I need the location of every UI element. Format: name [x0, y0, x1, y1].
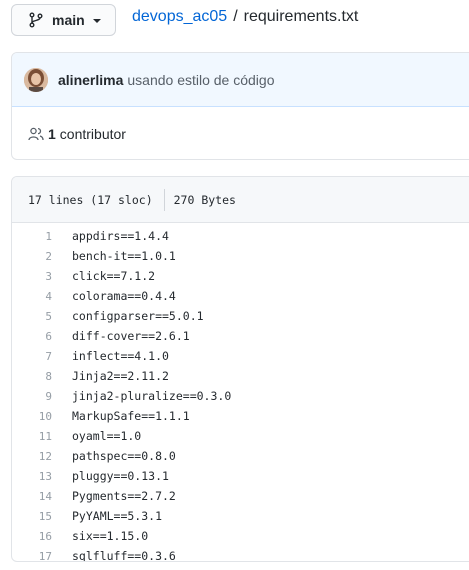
file-viewer: 17 lines (17 sloc) 270 Bytes 1 appdirs==1…: [11, 176, 469, 562]
line-number[interactable]: 6: [12, 330, 52, 343]
line-code: Pygments==2.7.2: [72, 489, 176, 503]
line-number[interactable]: 3: [12, 270, 52, 283]
line-number[interactable]: 11: [12, 430, 52, 443]
code-table: 1 appdirs==1.4.4 2 bench-it==1.0.1 3 click==7…: [12, 223, 469, 562]
line-code: click==7.1.2: [72, 269, 156, 283]
line-code: PyYAML==5.3.1: [72, 509, 163, 523]
line-number[interactable]: 5: [12, 310, 52, 323]
repo-link[interactable]: devops_ac05: [132, 8, 227, 26]
people-icon: [28, 126, 44, 142]
line-number[interactable]: 16: [12, 530, 52, 543]
line-number[interactable]: 17: [12, 550, 52, 562]
line-code: appdirs==1.4.4: [72, 229, 169, 243]
line-number[interactable]: 2: [12, 250, 52, 263]
code-line: 16 six==1.15.0: [12, 526, 469, 546]
code-line: 6 diff-cover==2.6.1: [12, 326, 469, 346]
file-size: 270 Bytes: [173, 192, 236, 207]
divider: [163, 188, 165, 211]
code-line: 12 pathspec==0.8.0: [12, 446, 469, 466]
line-number[interactable]: 7: [12, 350, 52, 363]
line-code: six==1.15.0: [72, 529, 149, 543]
commit-message[interactable]: usando estilo de código: [127, 72, 274, 88]
code-line: 15 PyYAML==5.3.1: [12, 506, 469, 526]
code-line: 9 jinja2-pluralize==0.3.0: [12, 386, 469, 406]
line-code: pluggy==0.13.1: [72, 469, 169, 483]
code-line: 2 bench-it==1.0.1: [12, 246, 469, 266]
line-code: Jinja2==2.11.2: [72, 369, 169, 383]
file-lines-info: 17 lines (17 sloc): [28, 192, 153, 207]
line-number[interactable]: 9: [12, 390, 52, 403]
line-code: sqlfluff==0.3.6: [72, 549, 176, 562]
line-number[interactable]: 14: [12, 490, 52, 503]
latest-commit: alinerlima usando estilo de código: [12, 53, 469, 107]
line-number[interactable]: 13: [12, 470, 52, 483]
line-code: oyaml==1.0: [72, 429, 142, 443]
line-code: jinja2-pluralize==0.3.0: [72, 389, 232, 403]
line-code: configparser==5.0.1: [72, 309, 204, 323]
code-line: 8 Jinja2==2.11.2: [12, 366, 469, 386]
line-number[interactable]: 4: [12, 290, 52, 303]
code-line: 11 oyaml==1.0: [12, 426, 469, 446]
breadcrumb-separator: /: [233, 8, 238, 25]
code-line: 14 Pygments==2.7.2: [12, 486, 469, 506]
line-code: diff-cover==2.6.1: [72, 329, 190, 343]
commit-box: alinerlima usando estilo de código 1 con…: [11, 52, 469, 160]
file-info-bar: 17 lines (17 sloc) 270 Bytes: [12, 177, 469, 223]
line-code: bench-it==1.0.1: [72, 249, 176, 263]
line-code: pathspec==0.8.0: [72, 449, 176, 463]
line-number[interactable]: 1: [12, 230, 52, 243]
line-code: colorama==0.4.4: [72, 289, 176, 303]
code-line: 4 colorama==0.4.4: [12, 286, 469, 306]
line-number[interactable]: 8: [12, 370, 52, 383]
line-number[interactable]: 15: [12, 510, 52, 523]
code-line: 13 pluggy==0.13.1: [12, 466, 469, 486]
code-line: 10 MarkupSafe==1.1.1: [12, 406, 469, 426]
contributor-label: contributor: [59, 125, 126, 142]
line-number[interactable]: 12: [12, 450, 52, 463]
contributors-link[interactable]: 1 contributor: [12, 107, 469, 159]
git-branch-icon: [29, 12, 43, 28]
code-line: 3 click==7.1.2: [12, 266, 469, 286]
caret-down-icon: [92, 19, 101, 23]
line-code: inflect==4.1.0: [72, 349, 169, 363]
file-name: requirements.txt: [243, 8, 359, 25]
branch-label: main: [52, 12, 85, 28]
code-line: 1 appdirs==1.4.4: [12, 226, 469, 246]
commit-author-link[interactable]: alinerlima: [58, 72, 123, 88]
avatar[interactable]: [24, 67, 48, 92]
line-code: MarkupSafe==1.1.1: [72, 409, 190, 423]
code-line: 5 configparser==5.0.1: [12, 306, 469, 326]
code-line: 17 sqlfluff==0.3.6: [12, 546, 469, 562]
line-number[interactable]: 10: [12, 410, 52, 423]
code-line: 7 inflect==4.1.0: [12, 346, 469, 366]
contributor-count: 1: [48, 125, 56, 142]
branch-select-button[interactable]: main: [11, 4, 116, 36]
breadcrumb: devops_ac05 / requirements.txt: [132, 8, 358, 26]
